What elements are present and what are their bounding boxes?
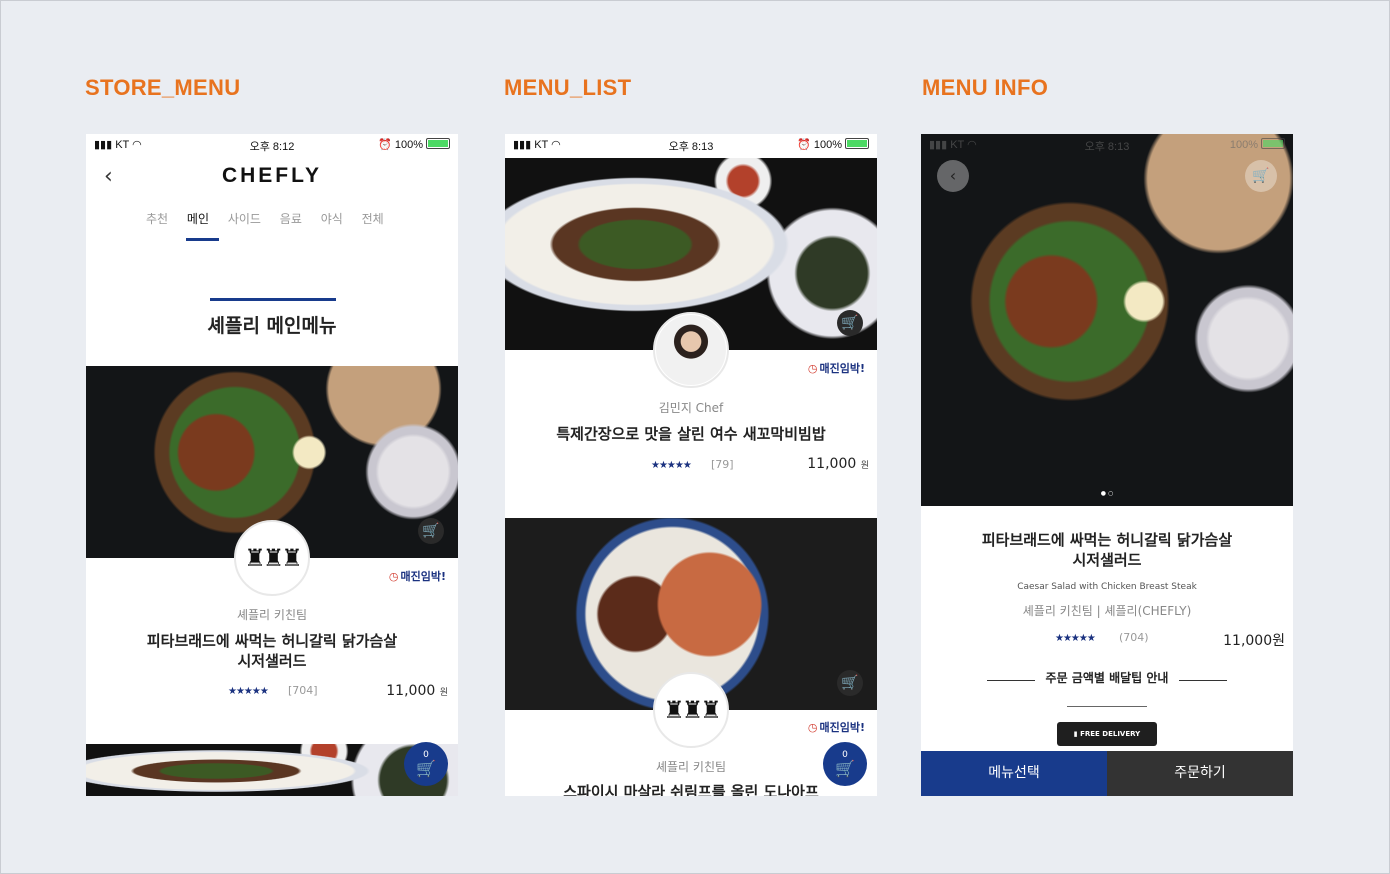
delivery-guide[interactable]: 주문 금액별 배달팁 안내 bbox=[921, 669, 1293, 686]
add-to-cart-icon[interactable]: 🛒 bbox=[418, 518, 444, 544]
section-title-menu-info: MENU INFO bbox=[922, 75, 1049, 100]
category-tabs: 추천 메인 사이드 음료 야식 전체 bbox=[146, 210, 399, 227]
chef-avatar: ♜♜♜ bbox=[234, 520, 310, 596]
tab-all[interactable]: 전체 bbox=[362, 210, 384, 227]
battery-icon bbox=[1261, 138, 1285, 149]
section-title-store-menu: STORE_MENU bbox=[85, 75, 241, 100]
free-delivery-sign: ▮ FREE DELIVERY bbox=[1057, 722, 1157, 746]
status-bar: ▮▮▮ KT ◠ 오후 8:12 ⏰ 100% bbox=[86, 134, 458, 156]
tab-main[interactable]: 메인 bbox=[187, 210, 209, 227]
order-button[interactable]: 주문하기 bbox=[1107, 751, 1293, 796]
item-price: 11,000 원 bbox=[807, 456, 869, 472]
chef-team-icon: ♜♜♜ bbox=[663, 696, 722, 724]
status-bar: ▮▮▮ KT ◠ 오후 8:13 ⏰ 100% bbox=[505, 134, 877, 156]
back-arrow-icon[interactable]: ‹ bbox=[937, 160, 969, 192]
rating-stars: ★★★★★ bbox=[1055, 633, 1096, 644]
item-maker: 셰플리 키친팀 bbox=[236, 608, 308, 622]
cart-fab[interactable]: 0 🛒 bbox=[823, 742, 867, 786]
chef-avatar: ♜♜♜ bbox=[653, 672, 729, 748]
battery-icon bbox=[845, 138, 869, 149]
item-name: 피타브래드에 싸먹는 허니갈릭 닭가슴살 시저샐러드 bbox=[981, 531, 1233, 569]
cart-icon: 🛒 bbox=[416, 759, 436, 778]
tab-late-night[interactable]: 야식 bbox=[321, 210, 343, 227]
menu-select-button[interactable]: 메뉴선택 bbox=[921, 751, 1107, 796]
rating-stars: ★★★★★ bbox=[228, 686, 269, 697]
section-heading: 셰플리 메인메뉴 bbox=[207, 315, 337, 337]
chef-avatar bbox=[653, 312, 729, 388]
soldout-badge: ◷ 매진임박! bbox=[807, 362, 865, 375]
menu-hero-image bbox=[921, 134, 1293, 506]
soldout-badge: ◷ 매진임박! bbox=[807, 721, 865, 734]
item-name[interactable]: 피타브래드에 싸먹는 허니갈릭 닭가슴살 시저샐러드 bbox=[96, 631, 448, 671]
clock-icon: ◷ bbox=[388, 570, 399, 583]
soldout-badge: ◷ 매진임박! bbox=[388, 570, 446, 583]
phone-store-menu: ▮▮▮ KT ◠ 오후 8:12 ⏰ 100% ‹ CHEFLY 추천 메인 사… bbox=[86, 134, 458, 796]
phone-menu-list: ▮▮▮ KT ◠ 오후 8:13 ⏰ 100% 🛒 ◷ 매진임박! 김민지 Che… bbox=[505, 134, 877, 796]
item-price: 11,000 원 bbox=[386, 683, 448, 699]
item-maker: 셰플리 키친팀 bbox=[655, 760, 727, 774]
cart-icon[interactable]: 🛒 bbox=[1245, 160, 1277, 192]
rating-stars: ★★★★★ bbox=[651, 460, 692, 471]
battery-icon bbox=[426, 138, 450, 149]
tab-side[interactable]: 사이드 bbox=[228, 210, 261, 227]
chef-photo bbox=[656, 315, 726, 385]
review-count: (704) bbox=[1119, 631, 1149, 644]
battery-indicator: ⏰ 100% bbox=[797, 138, 869, 151]
section-title-menu-list: MENU_LIST bbox=[504, 75, 632, 100]
carousel-dots: ● ○ bbox=[1100, 490, 1114, 497]
cart-fab[interactable]: 0 🛒 bbox=[404, 742, 448, 786]
tab-recommended[interactable]: 추천 bbox=[146, 210, 168, 227]
section-heading-bar bbox=[210, 298, 336, 301]
item-maker: 김민지 Chef bbox=[658, 401, 724, 415]
clock-icon: ◷ bbox=[807, 362, 818, 375]
add-to-cart-icon[interactable]: 🛒 bbox=[837, 310, 863, 336]
item-name[interactable]: 특제간장으로 맛을 살린 여수 새꼬막비빔밥 bbox=[515, 424, 867, 444]
item-price: 11,000원 bbox=[1223, 633, 1285, 649]
item-english-name: Caesar Salad with Chicken Breast Steak bbox=[1017, 582, 1197, 592]
add-to-cart-icon[interactable]: 🛒 bbox=[837, 670, 863, 696]
chef-team-icon: ♜♜♜ bbox=[244, 544, 303, 572]
clock-icon: ◷ bbox=[807, 721, 818, 734]
app-logo: CHEFLY bbox=[221, 164, 323, 187]
item-store: 셰플리 키친팀 | 셰플리(CHEFLY) bbox=[1022, 604, 1192, 618]
item-name[interactable]: 스파이시 마살라 쉬림프를 올린 도나아프 bbox=[515, 782, 867, 796]
next-item-image[interactable] bbox=[86, 744, 458, 796]
bottom-action-bar: 메뉴선택 주문하기 bbox=[921, 751, 1293, 796]
tab-drinks[interactable]: 음료 bbox=[280, 210, 302, 227]
review-count: [79] bbox=[711, 458, 734, 471]
cart-icon: 🛒 bbox=[835, 759, 855, 778]
review-count: [704] bbox=[288, 684, 318, 697]
battery-indicator: 100% bbox=[1230, 138, 1285, 151]
status-bar: ▮▮▮ KT ◠ 오후 8:13 100% bbox=[921, 134, 1293, 156]
phone-menu-info: ▮▮▮ KT ◠ 오후 8:13 100% ‹ 🛒 ● ○ 피타브래드에 싸먹는… bbox=[921, 134, 1293, 796]
divider bbox=[1179, 680, 1227, 681]
battery-indicator: ⏰ 100% bbox=[378, 138, 450, 151]
active-tab-indicator bbox=[186, 238, 219, 241]
